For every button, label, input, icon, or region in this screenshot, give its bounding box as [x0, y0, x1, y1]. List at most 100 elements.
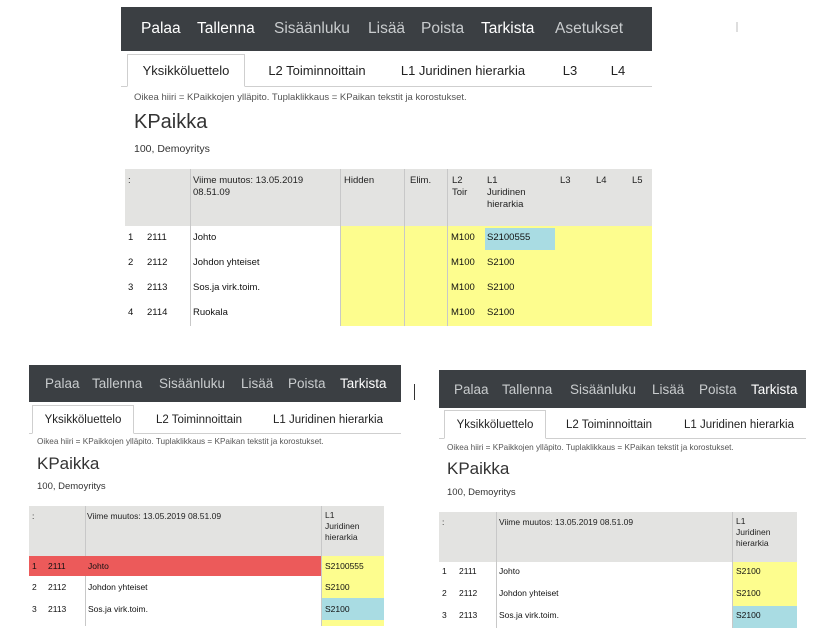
header-l1[interactable]: L1 Juridinen hierarkia	[487, 175, 526, 211]
tab-l2-toiminnoittain[interactable]: L2 Toiminnoittain	[257, 54, 377, 87]
row-l1-value[interactable]: S2100	[736, 566, 761, 576]
header-l1-line1: L1	[487, 175, 498, 186]
row-code: 2111	[48, 561, 66, 571]
header-last-change[interactable]: Viime muutos: 13.05.2019 08.51.09	[193, 175, 303, 199]
header-l1[interactable]: L1 Juridinen hierarkia	[325, 510, 360, 543]
tab-l1-juridinen-hierarkia[interactable]: L1 Juridinen hierarkia	[679, 410, 799, 439]
row-code: 2113	[48, 604, 67, 614]
toolbar-tallenna-button[interactable]: Tallenna	[502, 382, 552, 397]
header-l1-line2: Juridinen	[487, 187, 526, 198]
toolbar-tarkista-button[interactable]: Tarkista	[751, 382, 798, 397]
toolbar: Palaa Tallenna Sisäänluku Lisää Poista T…	[29, 365, 401, 402]
column-divider	[340, 169, 341, 326]
row-l1-value[interactable]: S2100	[487, 307, 514, 318]
header-l1[interactable]: L1 Juridinen hierarkia	[736, 516, 771, 549]
toolbar-lisaa-button[interactable]: Lisää	[652, 382, 684, 397]
row-number: 1	[128, 232, 134, 243]
header-l3[interactable]: L3	[560, 175, 571, 187]
editable-area-hidden-elim	[341, 226, 447, 326]
toolbar-sisaanluku-button[interactable]: Sisäänluku	[274, 20, 350, 38]
row-number: 2	[128, 257, 134, 268]
toolbar-tallenna-button[interactable]: Tallenna	[92, 376, 142, 391]
toolbar-lisaa-button[interactable]: Lisää	[241, 376, 273, 391]
tab-l2-toiminnoittain[interactable]: L2 Toiminnoittain	[557, 410, 661, 439]
row-l2-value[interactable]: M100	[451, 307, 475, 318]
toolbar-poista-button[interactable]: Poista	[288, 376, 326, 391]
column-divider	[190, 169, 191, 326]
header-hidden[interactable]: Hidden	[344, 175, 374, 187]
header-l2[interactable]: L2 Toir	[452, 175, 467, 199]
header-last-change-line2: 08.51.09	[193, 187, 230, 198]
toolbar-lisaa-button[interactable]: Lisää	[368, 20, 405, 38]
tab-l1-juridinen-hierarkia[interactable]: L1 Juridinen hierarkia	[395, 54, 531, 87]
company-label: 100, Demoyritys	[134, 143, 210, 155]
toolbar-sisaanluku-button[interactable]: Sisäänluku	[159, 376, 225, 391]
row-l2-value[interactable]: M100	[451, 232, 475, 243]
row-number: 3	[442, 610, 447, 620]
toolbar-poista-button[interactable]: Poista	[421, 20, 464, 38]
row-number: 2	[32, 582, 37, 592]
header-l1-line3: hierarkia	[487, 199, 524, 210]
tab-yksikkoluettelo[interactable]: Yksikköluettelo	[127, 54, 245, 87]
toolbar-tarkista-button[interactable]: Tarkista	[340, 376, 387, 391]
toolbar-poista-button[interactable]: Poista	[699, 382, 737, 397]
toolbar-sisaanluku-button[interactable]: Sisäänluku	[570, 382, 636, 397]
tab-bar: Yksikköluettelo L2 Toiminnoittain L1 Jur…	[29, 405, 401, 434]
row-name: Sos.ja virk.toim.	[193, 282, 261, 293]
usage-hint: Oikea hiiri = KPaikkojen ylläpito. Tupla…	[134, 92, 467, 103]
row-l1-value[interactable]: S2100	[325, 582, 350, 592]
row-l1-value[interactable]: S2100	[736, 610, 761, 620]
toolbar-palaa-button[interactable]: Palaa	[45, 376, 80, 391]
tab-l2-toiminnoittain[interactable]: L2 Toiminnoittain	[147, 405, 251, 434]
header-elim[interactable]: Elim.	[410, 175, 431, 187]
screenshot-panel-bottom-left: Palaa Tallenna Sisäänluku Lisää Poista T…	[29, 365, 401, 626]
header-last-change[interactable]: Viime muutos: 13.05.2019 08.51.09	[499, 516, 633, 528]
column-divider	[404, 169, 405, 326]
row-code: 2114	[147, 307, 168, 318]
row-name: Johto	[88, 561, 109, 571]
header-l1-line1: L1	[736, 516, 746, 526]
header-l1-line2: Juridinen	[736, 527, 771, 537]
row-l2-value[interactable]: M100	[451, 257, 475, 268]
tab-yksikkoluettelo[interactable]: Yksikköluettelo	[444, 410, 546, 439]
tab-yksikkoluettelo[interactable]: Yksikköluettelo	[32, 405, 134, 434]
row-l1-value[interactable]: S2100555	[487, 232, 530, 243]
header-l4[interactable]: L4	[596, 175, 607, 187]
tab-bar: Yksikköluettelo L2 Toiminnoittain L1 Jur…	[439, 410, 806, 439]
row-l1-value[interactable]: S2100	[487, 257, 514, 268]
toolbar-tallenna-button[interactable]: Tallenna	[197, 20, 255, 38]
usage-hint: Oikea hiiri = KPaikkojen ylläpito. Tupla…	[37, 437, 324, 446]
row-l1-value[interactable]: S2100	[487, 282, 514, 293]
toolbar-tarkista-button[interactable]: Tarkista	[481, 20, 534, 38]
l1-cell-bg	[322, 620, 384, 626]
row-code: 2113	[459, 610, 478, 620]
row-name: Sos.ja virk.toim.	[499, 610, 559, 620]
row-l1-value[interactable]: S2100	[736, 588, 761, 598]
row-code: 2112	[147, 257, 168, 268]
company-label: 100, Demoyritys	[37, 481, 106, 492]
tab-l4[interactable]: L4	[603, 54, 633, 87]
tab-l1-juridinen-hierarkia[interactable]: L1 Juridinen hierarkia	[269, 405, 387, 434]
table-row-selected[interactable]	[29, 556, 321, 576]
text-cursor	[414, 384, 415, 400]
tab-l3[interactable]: L3	[555, 54, 585, 87]
column-divider	[447, 169, 448, 326]
row-code: 2111	[147, 232, 167, 243]
header-l1-line3: hierarkia	[325, 532, 358, 542]
row-name: Johdon yhteiset	[88, 582, 148, 592]
header-sort: :	[32, 511, 35, 521]
header-last-change-line1: Viime muutos: 13.05.2019	[193, 175, 304, 186]
header-last-change[interactable]: Viime muutos: 13.05.2019 08.51.09	[87, 510, 221, 522]
toolbar-palaa-button[interactable]: Palaa	[454, 382, 489, 397]
toolbar: Palaa Tallenna Sisäänluku Lisää Poista T…	[121, 7, 652, 51]
row-l1-value[interactable]: S2100	[325, 604, 350, 614]
toolbar-asetukset-button[interactable]: Asetukset	[555, 20, 623, 38]
row-l2-value[interactable]: M100	[451, 282, 475, 293]
row-l1-value[interactable]: S2100555	[325, 561, 364, 571]
column-divider	[496, 512, 497, 628]
row-name: Johto	[499, 566, 520, 576]
header-sort: :	[128, 175, 131, 186]
header-l5[interactable]: L5	[632, 175, 643, 187]
toolbar-palaa-button[interactable]: Palaa	[141, 20, 181, 38]
row-code: 2112	[459, 588, 478, 598]
